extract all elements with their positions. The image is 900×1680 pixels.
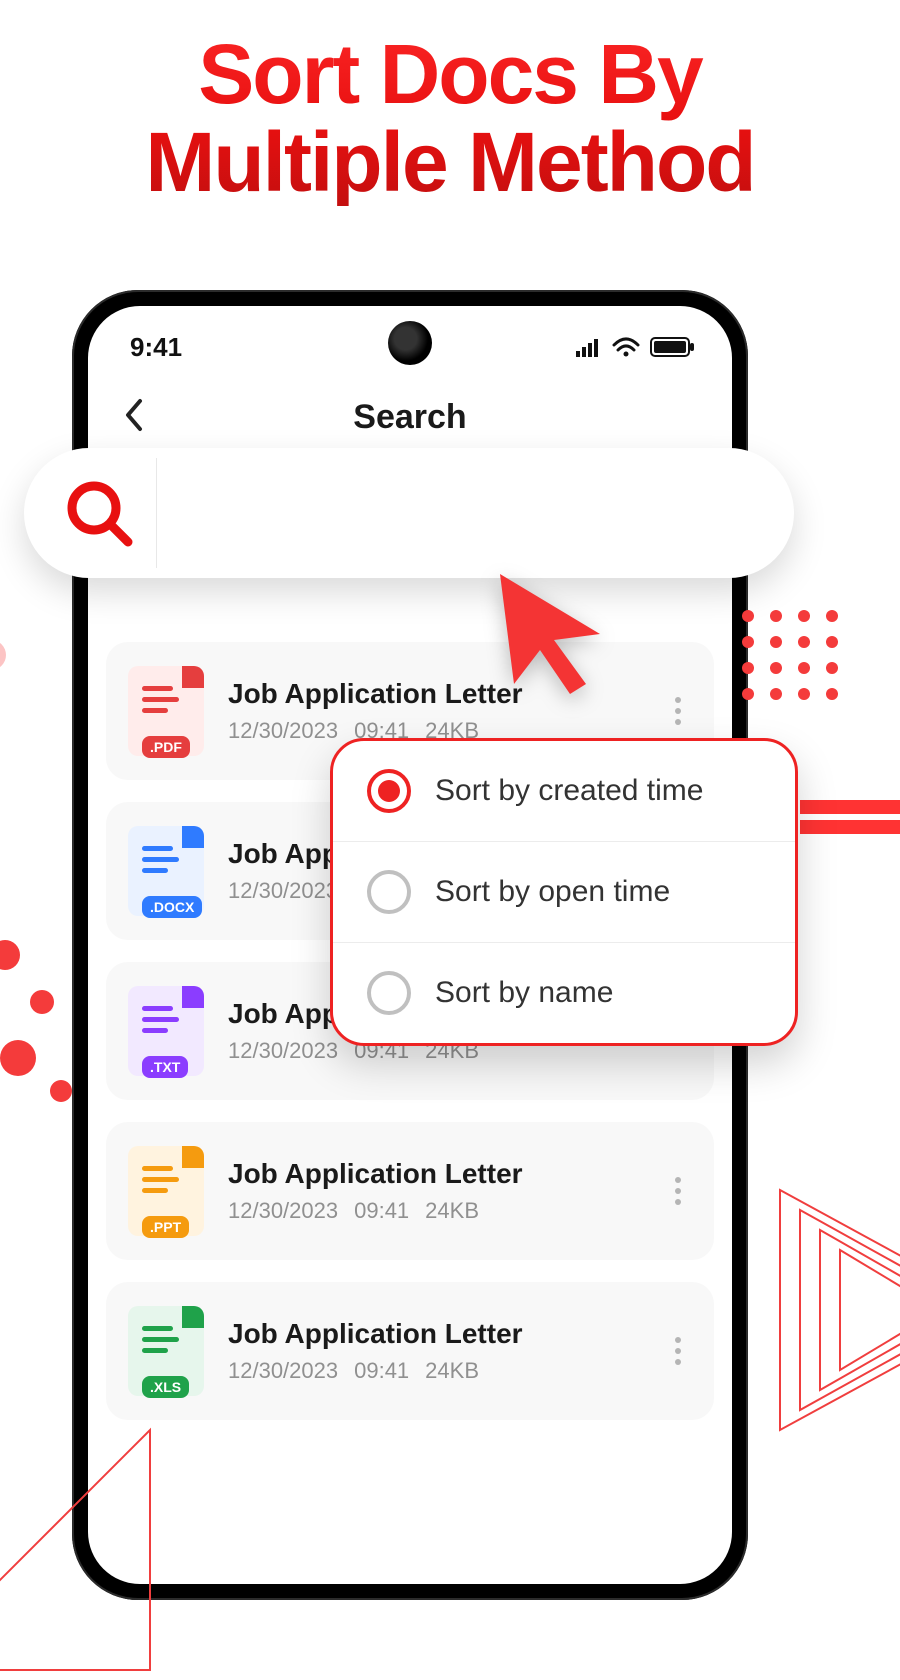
file-size: 24KB (425, 1198, 479, 1224)
file-meta: 12/30/2023 09:41 24KB (228, 1358, 640, 1384)
search-input[interactable] (169, 483, 764, 543)
file-type-icon: .PPT (128, 1146, 204, 1236)
sort-option[interactable]: Sort by created time (333, 741, 795, 842)
hero-line2: Multiple Method (145, 115, 754, 209)
wifi-icon (612, 337, 640, 357)
more-button[interactable] (664, 1177, 692, 1205)
battery-icon (650, 337, 690, 357)
file-meta: 12/30/2023 09:41 24KB (228, 1198, 640, 1224)
cursor-pointer-icon (490, 564, 620, 694)
chevron-left-icon (122, 397, 144, 433)
file-row[interactable]: .PPT Job Application Letter 12/30/2023 0… (106, 1122, 714, 1260)
hero-title: Sort Docs By Multiple Method (0, 0, 900, 206)
sort-option[interactable]: Sort by name (333, 943, 795, 1043)
file-name: Job Application Letter (228, 1318, 640, 1350)
file-type-icon: .TXT (128, 986, 204, 1076)
decoration-bar (800, 800, 900, 814)
decoration-bar (800, 820, 900, 834)
file-time: 09:41 (354, 1358, 409, 1384)
file-time: 09:41 (354, 1198, 409, 1224)
file-size: 24KB (425, 1358, 479, 1384)
file-date: 12/30/2023 (228, 718, 338, 744)
file-row[interactable]: .XLS Job Application Letter 12/30/2023 0… (106, 1282, 714, 1420)
sort-option[interactable]: Sort by open time (333, 842, 795, 943)
file-ext-badge: .TXT (142, 1056, 188, 1078)
sort-option-label: Sort by name (435, 976, 613, 1010)
sort-option-label: Sort by open time (435, 875, 670, 909)
signal-icon (576, 337, 602, 357)
search-bar[interactable] (24, 448, 794, 578)
decoration-triangles-right (740, 1170, 900, 1470)
decoration-triangle-left (0, 1420, 160, 1680)
radio-icon (367, 769, 411, 813)
more-button[interactable] (664, 1337, 692, 1365)
file-ext-badge: .XLS (142, 1376, 189, 1398)
decoration-dots-right (742, 610, 840, 700)
file-type-icon: .PDF (128, 666, 204, 756)
more-button[interactable] (664, 697, 692, 725)
file-ext-badge: .DOCX (142, 896, 202, 918)
radio-icon (367, 971, 411, 1015)
camera-notch (388, 321, 432, 365)
file-type-icon: .DOCX (128, 826, 204, 916)
hero-line1: Sort Docs By (198, 27, 701, 121)
sort-menu: Sort by created time Sort by open time S… (330, 738, 798, 1046)
file-date: 12/30/2023 (228, 878, 338, 904)
file-date: 12/30/2023 (228, 1038, 338, 1064)
back-button[interactable] (122, 397, 152, 437)
file-name: Job Application Letter (228, 1158, 640, 1190)
app-header: Search (88, 382, 732, 452)
search-icon (54, 476, 144, 550)
sort-option-label: Sort by created time (435, 774, 703, 808)
file-date: 12/30/2023 (228, 1198, 338, 1224)
file-ext-badge: .PPT (142, 1216, 189, 1238)
radio-icon (367, 870, 411, 914)
status-time: 9:41 (130, 332, 182, 363)
file-date: 12/30/2023 (228, 1358, 338, 1384)
page-title: Search (353, 398, 466, 437)
search-divider (156, 458, 157, 568)
file-type-icon: .XLS (128, 1306, 204, 1396)
file-ext-badge: .PDF (142, 736, 190, 758)
